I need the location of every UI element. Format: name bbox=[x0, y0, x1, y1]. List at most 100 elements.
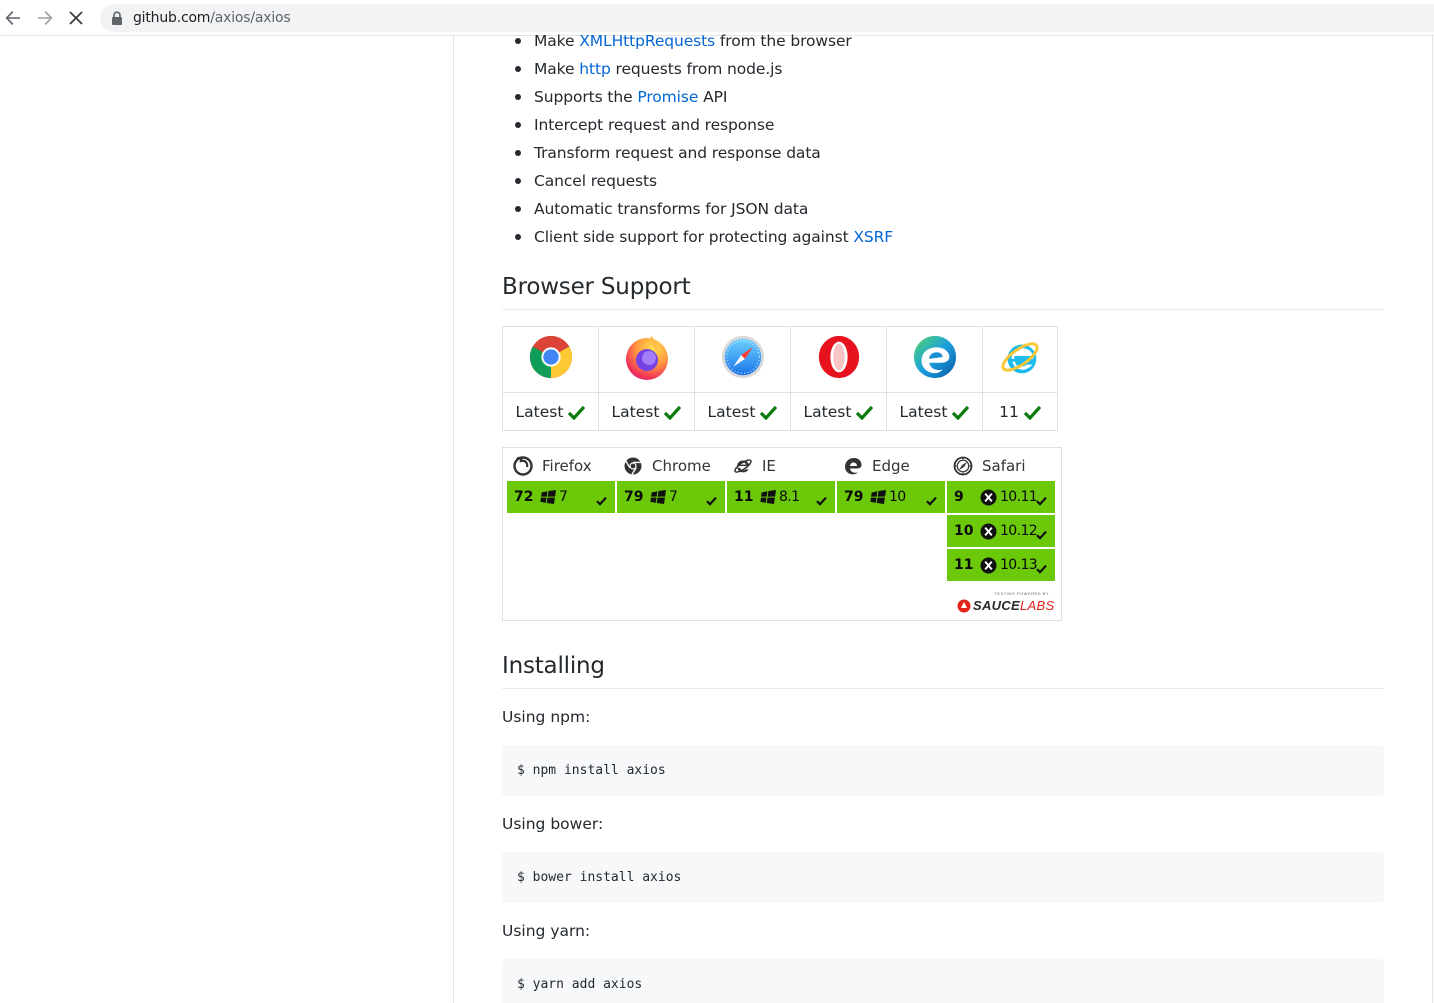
feature-item: Automatic transforms for JSON data bbox=[502, 195, 1382, 223]
saucelabs-logo: SAUCE LABS bbox=[957, 598, 1054, 613]
os-version: 10.12 bbox=[980, 523, 1038, 540]
windows-icon bbox=[760, 490, 776, 504]
matrix-cell[interactable]: 10 10.12 bbox=[947, 515, 1055, 547]
chrome-cell bbox=[502, 326, 599, 393]
matrix-cell[interactable]: 72 7 bbox=[507, 481, 615, 513]
chrome-icon bbox=[624, 457, 642, 475]
npm-command[interactable]: $ npm install axios bbox=[502, 745, 1384, 796]
feature-item: Supports the Promise API bbox=[502, 83, 1382, 111]
arrow-right-icon bbox=[38, 11, 53, 25]
feature-link[interactable]: http bbox=[579, 60, 611, 78]
feature-item: Client side support for protecting again… bbox=[502, 223, 1382, 251]
check-icon bbox=[926, 491, 937, 510]
yarn-command[interactable]: $ yarn add axios bbox=[502, 959, 1384, 1003]
stop-loading-button[interactable] bbox=[64, 6, 88, 30]
safari-icon bbox=[953, 456, 973, 476]
firefox-logo-icon bbox=[625, 336, 668, 380]
check-icon bbox=[1036, 525, 1047, 544]
check-icon bbox=[952, 405, 970, 420]
os-version: 10.13 bbox=[980, 557, 1038, 574]
browser-version: 11 bbox=[734, 489, 754, 505]
check-icon bbox=[568, 405, 586, 420]
url-text: github.com/axios/axios bbox=[133, 10, 291, 26]
matrix-cell[interactable]: 9 10.11 bbox=[947, 481, 1055, 513]
npm-label: Using npm: bbox=[502, 708, 591, 726]
safari-cell bbox=[694, 326, 791, 393]
os-version: 7 bbox=[540, 489, 568, 505]
yarn-label: Using yarn: bbox=[502, 922, 591, 940]
back-button[interactable] bbox=[1, 6, 25, 30]
matrix-cell[interactable]: 11 10.13 bbox=[947, 549, 1055, 581]
check-icon bbox=[706, 491, 717, 510]
check-icon bbox=[760, 405, 778, 420]
bower-label: Using bower: bbox=[502, 815, 604, 833]
saucelabs-badge: TESTING POWERED BY SAUCE LABS bbox=[955, 587, 1055, 617]
browser-version: 11 bbox=[954, 557, 974, 573]
bower-command[interactable]: $ bower install axios bbox=[502, 852, 1384, 903]
feature-list: Make XMLHttpRequests from the browser Mak… bbox=[502, 27, 1382, 251]
os-version: 8.1 bbox=[760, 489, 800, 505]
matrix-header-safari: Safari bbox=[953, 454, 1026, 478]
browser-support-heading: Browser Support bbox=[502, 274, 691, 300]
badge-caption: TESTING POWERED BY bbox=[994, 591, 1049, 596]
matrix-header-edge: Edge bbox=[843, 454, 910, 478]
matrix-header-ie: IE bbox=[733, 454, 776, 478]
feature-item: Make http requests from node.js bbox=[502, 55, 1382, 83]
macos-x-icon bbox=[980, 557, 997, 573]
browser-version: 72 bbox=[514, 489, 534, 505]
matrix-cell[interactable]: 79 7 bbox=[617, 481, 725, 513]
firefox-icon bbox=[513, 456, 533, 476]
os-version: 10.11 bbox=[980, 489, 1038, 506]
windows-icon bbox=[540, 490, 556, 504]
close-icon bbox=[69, 11, 83, 25]
check-icon bbox=[856, 405, 874, 420]
browser-logo-table: Latest Latest Latest Latest Latest 11 bbox=[502, 326, 1058, 431]
matrix-cell[interactable]: 11 8.1 bbox=[727, 481, 835, 513]
check-icon bbox=[816, 491, 827, 510]
chrome-support-label: Latest bbox=[502, 392, 599, 431]
feature-item: Cancel requests bbox=[502, 167, 1382, 195]
check-icon bbox=[596, 491, 607, 510]
browser-version: 79 bbox=[844, 489, 864, 505]
safari-logo-icon bbox=[721, 335, 764, 379]
opera-cell bbox=[790, 326, 887, 393]
windows-icon bbox=[870, 490, 886, 504]
browser-version: 79 bbox=[624, 489, 644, 505]
feature-link[interactable]: XMLHttpRequests bbox=[579, 32, 715, 50]
feature-item: Transform request and response data bbox=[502, 139, 1382, 167]
ie-support-label: 11 bbox=[982, 392, 1058, 431]
browser-version: 9 bbox=[954, 489, 964, 505]
chrome-logo-icon bbox=[529, 335, 572, 379]
feature-link[interactable]: XSRF bbox=[853, 228, 893, 246]
arrow-left-icon bbox=[5, 11, 20, 25]
firefox-cell bbox=[598, 326, 695, 393]
saucelabs-test-matrix[interactable]: TESTING POWERED BY SAUCE LABS Firefox 72 7 C… bbox=[502, 447, 1062, 621]
content-right-border bbox=[1432, 36, 1433, 1003]
forward-button[interactable] bbox=[33, 6, 57, 30]
os-version: 7 bbox=[650, 489, 678, 505]
check-icon bbox=[1036, 559, 1047, 578]
sidebar-divider bbox=[453, 36, 454, 1003]
edge-logo-icon bbox=[913, 335, 956, 379]
check-icon bbox=[1036, 491, 1047, 510]
matrix-cell[interactable]: 79 10 bbox=[837, 481, 945, 513]
edge-support-label: Latest bbox=[886, 392, 983, 431]
ie-cell bbox=[982, 326, 1058, 393]
check-icon bbox=[664, 405, 682, 420]
safari-support-label: Latest bbox=[694, 392, 791, 431]
matrix-header-firefox: Firefox bbox=[513, 454, 592, 478]
browser-version: 10 bbox=[954, 523, 974, 539]
feature-link[interactable]: Promise bbox=[637, 88, 698, 106]
heading-rule bbox=[502, 688, 1384, 689]
feature-item: Make XMLHttpRequests from the browser bbox=[502, 27, 1382, 55]
ie-logo-icon bbox=[1001, 342, 1039, 374]
heading-rule bbox=[502, 309, 1384, 310]
windows-icon bbox=[650, 490, 666, 504]
ie-icon bbox=[734, 459, 752, 473]
edge-icon bbox=[845, 458, 862, 475]
installing-heading: Installing bbox=[502, 653, 605, 679]
opera-logo-icon bbox=[818, 335, 859, 379]
macos-x-icon bbox=[980, 489, 997, 505]
os-version: 10 bbox=[870, 489, 906, 505]
saucelabs-logo-icon bbox=[957, 599, 971, 612]
